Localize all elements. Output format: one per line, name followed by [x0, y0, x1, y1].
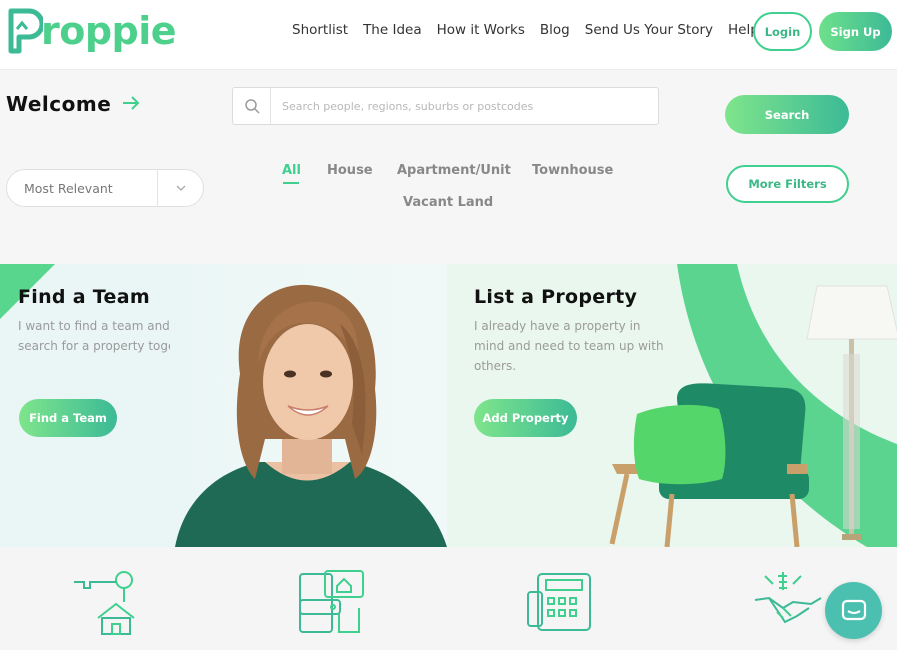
- site-header: roppie Shortlist The Idea How it Works B…: [0, 0, 897, 70]
- wallet-house-icon: [299, 570, 364, 633]
- card-title: List a Property: [474, 286, 638, 308]
- search-icon: [233, 88, 271, 124]
- add-property-button[interactable]: Add Property: [474, 399, 577, 437]
- tab-house[interactable]: House: [327, 163, 373, 178]
- tab-vacant-land[interactable]: Vacant Land: [403, 195, 493, 210]
- sort-value: Most Relevant: [24, 180, 113, 196]
- signup-button[interactable]: Sign Up: [819, 12, 892, 51]
- nav-how-it-works[interactable]: How it Works: [437, 22, 525, 38]
- main-nav: Shortlist The Idea How it Works Blog Sen…: [292, 22, 774, 38]
- nav-blog[interactable]: Blog: [540, 22, 570, 38]
- welcome-heading: Welcome: [6, 92, 112, 116]
- tab-townhouse[interactable]: Townhouse: [532, 163, 613, 178]
- logo-mark-icon: [8, 8, 43, 54]
- woman-portrait-image: [170, 264, 447, 547]
- chevron-down-icon: [157, 170, 203, 206]
- find-team-button[interactable]: Find a Team: [19, 399, 117, 437]
- tab-apartment-unit[interactable]: Apartment/Unit: [397, 163, 511, 178]
- more-filters-button[interactable]: More Filters: [726, 165, 849, 203]
- calculator-icon: [527, 573, 591, 631]
- chat-button[interactable]: [825, 582, 882, 639]
- search-box: [232, 87, 659, 125]
- search-button[interactable]: Search: [725, 95, 849, 134]
- search-input[interactable]: [271, 89, 658, 123]
- chat-icon: [841, 599, 866, 620]
- list-property-card: List a Property I already have a propert…: [447, 264, 897, 547]
- login-button[interactable]: Login: [753, 12, 812, 51]
- site-logo[interactable]: roppie: [7, 7, 177, 55]
- nav-send-us-your-story[interactable]: Send Us Your Story: [585, 22, 713, 38]
- nav-shortlist[interactable]: Shortlist: [292, 22, 348, 38]
- arrow-right-icon: [122, 94, 140, 115]
- card-title: Find a Team: [18, 286, 150, 308]
- find-team-card: Find a Team I want to find a team and th…: [0, 264, 447, 547]
- tab-all[interactable]: All: [282, 163, 301, 178]
- handshake-money-icon: [754, 572, 822, 624]
- sort-select[interactable]: Most Relevant: [6, 169, 204, 207]
- house-key-icon: [74, 571, 135, 635]
- logo-text: roppie: [41, 9, 177, 53]
- active-tab-underline: [283, 182, 299, 184]
- card-description: I already have a property in mind and ne…: [474, 319, 664, 373]
- nav-the-idea[interactable]: The Idea: [363, 22, 422, 38]
